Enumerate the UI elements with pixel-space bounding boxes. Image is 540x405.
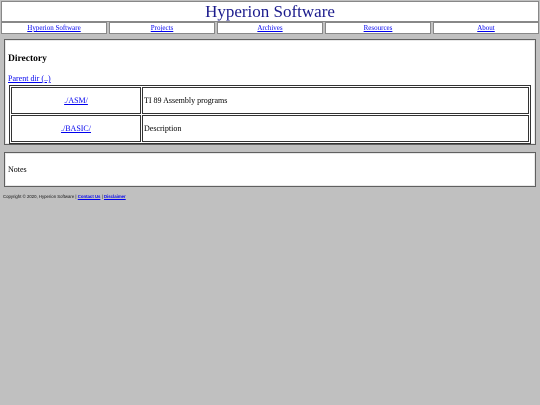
nav-item-about[interactable]: About <box>433 22 539 34</box>
notes-text: Notes <box>8 165 27 174</box>
nav-item-projects[interactable]: Projects <box>109 22 215 34</box>
footer: Copyright © 2020, Hyperion Software | Co… <box>3 194 126 199</box>
nav-bar: Hyperion Software Projects Archives Reso… <box>1 22 539 34</box>
table-row: ./BASIC/ Description <box>11 115 529 142</box>
contact-us-link[interactable]: Contact Us <box>78 194 101 199</box>
site-title: Hyperion Software <box>205 2 335 21</box>
dir-link-asm[interactable]: ./ASM/ <box>64 96 88 105</box>
parent-dir-link[interactable]: Parent dir (..) <box>8 74 51 83</box>
table-row: ./ASM/ TI 89 Assembly programs <box>11 87 529 114</box>
dir-description: Description <box>142 115 529 142</box>
footer-copyright: Copyright © 2020, Hyperion Software | <box>3 194 77 199</box>
dir-name-cell: ./BASIC/ <box>11 115 141 142</box>
dir-description: TI 89 Assembly programs <box>142 87 529 114</box>
footer-separator: | <box>101 194 103 199</box>
directory-table: ./ASM/ TI 89 Assembly programs ./BASIC/ … <box>9 85 531 144</box>
notes-panel: Notes <box>4 152 536 187</box>
nav-item-archives[interactable]: Archives <box>217 22 323 34</box>
dir-link-basic[interactable]: ./BASIC/ <box>61 124 91 133</box>
dir-name-cell: ./ASM/ <box>11 87 141 114</box>
site-header: Hyperion Software <box>1 1 539 22</box>
nav-item-home[interactable]: Hyperion Software <box>1 22 107 34</box>
disclaimer-link[interactable]: Disclaimer <box>104 194 126 199</box>
directory-heading: Directory <box>8 54 47 64</box>
nav-item-resources[interactable]: Resources <box>325 22 431 34</box>
directory-panel: Directory Parent dir (..) ./ASM/ TI 89 A… <box>4 39 536 145</box>
